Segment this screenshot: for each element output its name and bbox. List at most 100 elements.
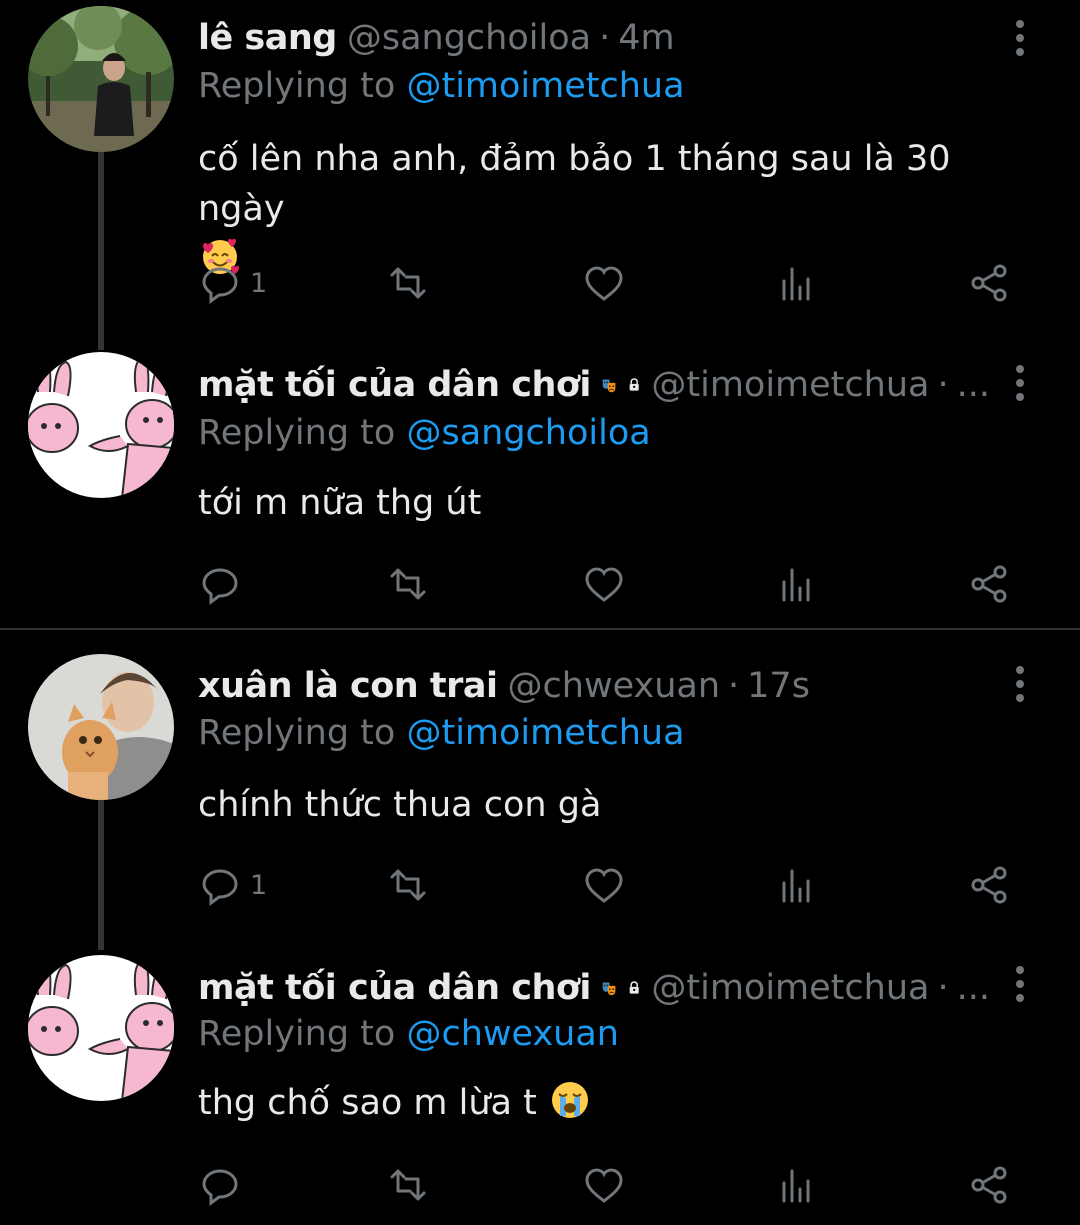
replying-to: Replying to @timoimetchua: [198, 62, 685, 110]
tweet-header: mặt tối của dân chơi @timoimetchua · ...: [198, 964, 990, 1012]
timestamp[interactable]: 17s: [747, 662, 810, 710]
share-button[interactable]: [968, 1160, 1012, 1210]
separator-dot: ·: [599, 18, 611, 58]
user-handle[interactable]: @timoimetchua: [651, 361, 929, 409]
performing-arts-icon: [602, 982, 616, 996]
tweet-text: thg chố sao m lừa t: [198, 1078, 1020, 1128]
avatar-pink-bunnies: [28, 352, 174, 498]
reply-button[interactable]: [198, 559, 250, 609]
avatar-pink-bunnies: [28, 955, 174, 1101]
retweet-button[interactable]: [386, 1160, 430, 1210]
display-name[interactable]: mặt tối của dân chơi: [198, 964, 591, 1012]
reply-icon: [202, 1169, 238, 1206]
timestamp[interactable]: ...: [957, 964, 990, 1012]
share-icon: [971, 565, 1007, 603]
retweet-icon: [390, 568, 426, 600]
like-button[interactable]: [582, 860, 626, 910]
more-options-icon[interactable]: [1000, 660, 1040, 708]
avatar-person-with-cat: [28, 654, 174, 800]
loudly-crying-face-icon: [552, 1082, 588, 1118]
replying-handle-link[interactable]: @sangchoiloa: [406, 413, 650, 453]
views-chart-icon: [782, 568, 810, 602]
views-chart-icon: [782, 869, 810, 903]
like-button[interactable]: [582, 559, 626, 609]
tweet-body: cố lên nha anh, đảm bảo 1 tháng sau là 3…: [198, 139, 951, 229]
avatar[interactable]: [28, 352, 174, 498]
tweet-text: tới m nữa thg út: [198, 478, 1020, 528]
retweet-icon: [390, 869, 426, 901]
retweet-icon: [390, 267, 426, 299]
separator-dot: ·: [937, 365, 949, 405]
replying-prefix: Replying to: [198, 66, 396, 106]
separator-dot: ·: [728, 666, 740, 706]
lock-icon: [629, 378, 639, 391]
tweet-actions: [198, 559, 1020, 609]
views-chart-icon: [782, 1169, 810, 1203]
timestamp[interactable]: ...: [957, 361, 990, 409]
tweet[interactable]: mặt tối của dân chơi @timoimetchua · ...…: [0, 345, 1080, 627]
replying-handle-link[interactable]: @timoimetchua: [406, 713, 684, 753]
reply-button[interactable]: 1: [198, 258, 267, 308]
tweet-header: xuân là con trai @chwexuan · 17s: [198, 662, 990, 710]
like-button[interactable]: [582, 1160, 626, 1210]
replying-prefix: Replying to: [198, 1014, 396, 1054]
views-button[interactable]: [776, 1160, 820, 1210]
reply-button[interactable]: 1: [198, 860, 267, 910]
avatar[interactable]: [28, 654, 174, 800]
user-handle[interactable]: @sangchoiloa: [347, 14, 591, 62]
like-heart-icon: [585, 868, 623, 903]
share-icon: [971, 1166, 1007, 1204]
tweet-text: chính thức thua con gà: [198, 780, 1020, 830]
display-name[interactable]: lê sang: [198, 14, 337, 62]
thread-line: [98, 150, 104, 350]
tweet-actions: 1: [198, 258, 1020, 308]
views-chart-icon: [782, 267, 810, 301]
performing-arts-icon: [602, 379, 616, 393]
reply-button[interactable]: [198, 1160, 250, 1210]
display-name[interactable]: mặt tối của dân chơi: [198, 361, 591, 409]
replying-prefix: Replying to: [198, 713, 396, 753]
tweet[interactable]: xuân là con trai @chwexuan · 17s Replyin…: [0, 630, 1080, 950]
tweet-actions: [198, 1160, 1020, 1210]
retweet-button[interactable]: [386, 860, 430, 910]
tweet[interactable]: mặt tối của dân chơi @timoimetchua · ...…: [0, 950, 1080, 1225]
more-options-icon[interactable]: [1000, 359, 1040, 407]
views-button[interactable]: [776, 860, 820, 910]
share-button[interactable]: [968, 258, 1012, 308]
reply-icon: [202, 568, 238, 605]
avatar[interactable]: [28, 6, 174, 152]
separator-dot: ·: [937, 968, 949, 1008]
replying-prefix: Replying to: [198, 413, 396, 453]
avatar-photo-park: [28, 6, 174, 152]
tweet[interactable]: lê sang @sangchoiloa · 4m Replying to @t…: [0, 0, 1080, 350]
display-name[interactable]: xuân là con trai: [198, 662, 498, 710]
retweet-icon: [390, 1169, 426, 1201]
like-button[interactable]: [582, 258, 626, 308]
avatar[interactable]: [28, 955, 174, 1101]
retweet-button[interactable]: [386, 258, 430, 308]
share-button[interactable]: [968, 559, 1012, 609]
share-icon: [971, 866, 1007, 904]
user-handle[interactable]: @chwexuan: [508, 662, 721, 710]
more-options-icon[interactable]: [1000, 14, 1040, 62]
like-heart-icon: [585, 567, 623, 602]
user-handle[interactable]: @timoimetchua: [651, 964, 929, 1012]
reply-icon: [202, 267, 238, 304]
views-button[interactable]: [776, 559, 820, 609]
replying-to: Replying to @chwexuan: [198, 1010, 619, 1058]
like-heart-icon: [585, 1168, 623, 1203]
like-heart-icon: [585, 266, 623, 301]
replying-handle-link[interactable]: @timoimetchua: [406, 66, 684, 106]
retweet-button[interactable]: [386, 559, 430, 609]
reply-count: 1: [250, 267, 268, 299]
tweet-actions: 1: [198, 860, 1020, 910]
tweet-header: mặt tối của dân chơi @timoimetchua · ...: [198, 361, 990, 409]
thread-line: [98, 800, 104, 950]
replying-handle-link[interactable]: @chwexuan: [406, 1014, 619, 1054]
more-options-icon[interactable]: [1000, 960, 1040, 1008]
tweet-header: lê sang @sangchoiloa · 4m: [198, 14, 990, 62]
timestamp[interactable]: 4m: [618, 14, 674, 62]
lock-icon: [629, 981, 639, 994]
share-button[interactable]: [968, 860, 1012, 910]
views-button[interactable]: [776, 258, 820, 308]
